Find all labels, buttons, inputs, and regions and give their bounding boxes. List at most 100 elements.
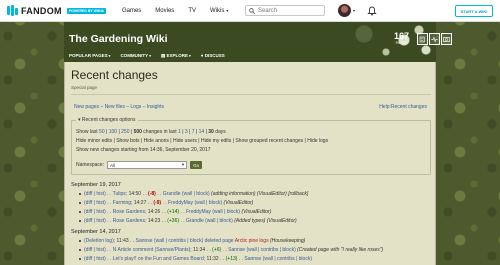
user-links[interactable]: Sannse (wall | contribs | block) deleted… — [136, 238, 234, 244]
discuss-label: DISCUSS — [204, 53, 225, 58]
size-delta: (-9) — [153, 200, 162, 206]
days-option[interactable]: 7 — [192, 129, 195, 135]
chevron-down-icon: ▾ — [149, 54, 151, 58]
chevron-down-icon[interactable]: ▾ — [353, 8, 355, 13]
size-delta: (+6) — [212, 247, 222, 253]
day-heading: September 14, 2017 — [71, 229, 121, 235]
time: 14:26 . . — [147, 209, 166, 215]
powered-by-badge: POWERED BY WIKIA — [66, 7, 106, 14]
fandom-logo[interactable]: FANDOM POWERED BY WIKIA — [7, 5, 106, 16]
community-menu[interactable]: COMMUNITY▾ — [120, 53, 151, 59]
breadcrumb[interactable]: New pages – New files – Logs – Insights — [74, 104, 164, 110]
size-delta: (-8) — [148, 191, 156, 197]
list-item: (diff | hist) . . Rose Gardens; 14:23 . … — [79, 218, 297, 224]
options-legend[interactable]: ▾ Recent changes options — [76, 117, 138, 123]
bullet — [79, 219, 81, 222]
limit-option[interactable]: 50 — [99, 129, 105, 135]
limit-mid: changes in last — [143, 129, 177, 135]
diff-hist-links[interactable]: (diff | hist) . . — [84, 209, 111, 215]
wiki-header: The Gardening Wiki 167 PAGES POPULAR PAG… — [64, 22, 452, 62]
global-nav-items: Games Movies TV Wikis ▾ — [122, 8, 228, 14]
fandom-logo-icon — [7, 5, 18, 16]
nav-wikis-label: Wikis — [209, 7, 225, 14]
size-delta: (+36) — [167, 218, 180, 224]
user-avatar[interactable] — [338, 4, 351, 17]
diff-hist-links[interactable]: (diff | hist) . . — [84, 256, 111, 262]
user-links[interactable]: . . FreddyMay (wall | block) — [180, 209, 240, 215]
days-option[interactable]: 3 — [185, 129, 188, 135]
community-label: COMMUNITY — [120, 53, 149, 58]
wiki-header-buttons — [417, 33, 452, 45]
list-item: (diff | hist) . . N Article comment (San… — [79, 247, 383, 253]
time: 14:23 . . — [147, 218, 166, 224]
page-count: 167 PAGES — [394, 32, 409, 46]
edit-button[interactable] — [417, 33, 428, 45]
popular-pages-menu[interactable]: POPULAR PAGES▾ — [69, 53, 110, 59]
show-new-changes-link[interactable]: Show new changes starting from 14:36, Se… — [76, 147, 211, 153]
edit-icon — [419, 36, 425, 42]
user-links[interactable]: . . Sannse (wall | contribs | block) — [223, 247, 296, 253]
nav-wikis[interactable]: Wikis ▾ — [210, 8, 228, 14]
namespace-value: All — [110, 162, 116, 168]
namespace-select[interactable]: All ▾ — [107, 161, 188, 169]
search-icon — [249, 7, 255, 14]
explore-menu[interactable]: ▤ EXPLORE▾ — [161, 53, 191, 59]
diff-hist-links[interactable]: (diff | hist) . . — [84, 247, 111, 253]
notifications-bell-icon[interactable] — [367, 6, 377, 16]
help-link[interactable]: Help:Recent changes — [379, 104, 427, 110]
start-a-wiki-button[interactable]: START A WIKI — [455, 5, 493, 17]
discuss-link[interactable]: ● DISCUSS — [201, 53, 225, 59]
page-link[interactable]: Tulips; — [113, 191, 128, 197]
go-button[interactable]: Go — [190, 161, 203, 169]
edit-summary: (Created page with "I really like roses"… — [297, 247, 384, 253]
edit-summary: (adding information) (VisualEditor) [rol… — [211, 191, 309, 197]
popular-pages-label: POPULAR PAGES — [69, 53, 108, 58]
wiki-local-nav: POPULAR PAGES▾ COMMUNITY▾ ▤ EXPLORE▾ ● D… — [69, 53, 225, 59]
user-links[interactable]: . . Sannse (wall | contribs | block) — [239, 256, 312, 262]
user-links[interactable]: . . Grandle (wall | block) — [180, 218, 232, 224]
bullet — [79, 210, 81, 213]
page-link[interactable]: Let's play!! on the Fun and Games Board; — [113, 256, 205, 262]
chevron-down-icon: ▾ — [188, 54, 191, 58]
nav-movies[interactable]: Movies — [155, 8, 174, 14]
diff-hist-links[interactable]: (diff | hist) . . — [84, 191, 111, 197]
time: 14:27 . . — [133, 200, 152, 206]
diff-hist-links[interactable]: (diff | hist) . . — [84, 200, 111, 206]
main-content: Recent changes Special page New pages – … — [64, 62, 436, 265]
image-button[interactable] — [441, 33, 452, 45]
bullet — [79, 192, 81, 195]
deletion-log-link[interactable]: (Deletion log); — [84, 238, 115, 244]
user-links[interactable]: . . FreddyMay (wall | block) — [162, 200, 222, 206]
chevron-down-icon: ▾ — [108, 54, 111, 58]
bullet — [79, 248, 81, 251]
nav-tv[interactable]: TV — [188, 8, 196, 14]
page-link[interactable]: Farming; — [113, 200, 133, 206]
limit-option[interactable]: 100 — [109, 129, 117, 135]
bullet — [79, 201, 81, 204]
time: 11:32 . . — [206, 256, 225, 262]
page-link[interactable]: Rose Gardens; — [113, 209, 147, 215]
global-nav-bar: FANDOM POWERED BY WIKIA Games Movies TV … — [0, 0, 500, 22]
bullet — [79, 257, 81, 260]
list-item: (diff | hist) . . Rose Gardens; 14:26 . … — [79, 209, 271, 215]
days-option[interactable]: 14 — [199, 129, 205, 135]
user-links[interactable]: . . Grandle (wall | block) — [157, 191, 209, 197]
bullet — [79, 239, 81, 242]
filter-toggles[interactable]: Hide minor edits | Show bots | Hide anon… — [76, 138, 328, 144]
page-link[interactable]: Rose Gardens; — [113, 218, 147, 224]
time: 11:43 . . — [116, 238, 135, 244]
page-link[interactable]: N Article comment (Sannse/Plants); — [113, 247, 192, 253]
chevron-down-icon: ▾ — [226, 7, 229, 13]
nav-games[interactable]: Games — [122, 8, 141, 14]
activity-button[interactable] — [429, 33, 440, 45]
days-selected: 30 — [208, 129, 214, 135]
time: 14:50 . . — [128, 191, 147, 197]
deleted-page-link[interactable]: Arctic pine logs — [235, 238, 269, 244]
wiki-title[interactable]: The Gardening Wiki — [69, 33, 168, 45]
search-input[interactable]: Search — [245, 5, 325, 16]
diff-hist-links[interactable]: (diff | hist) . . — [84, 218, 111, 224]
limit-option[interactable]: 250 — [121, 129, 129, 135]
days-suffix: days — [215, 129, 226, 135]
edit-summary: (VisualEditor) — [223, 200, 254, 206]
days-option[interactable]: 1 — [178, 129, 181, 135]
